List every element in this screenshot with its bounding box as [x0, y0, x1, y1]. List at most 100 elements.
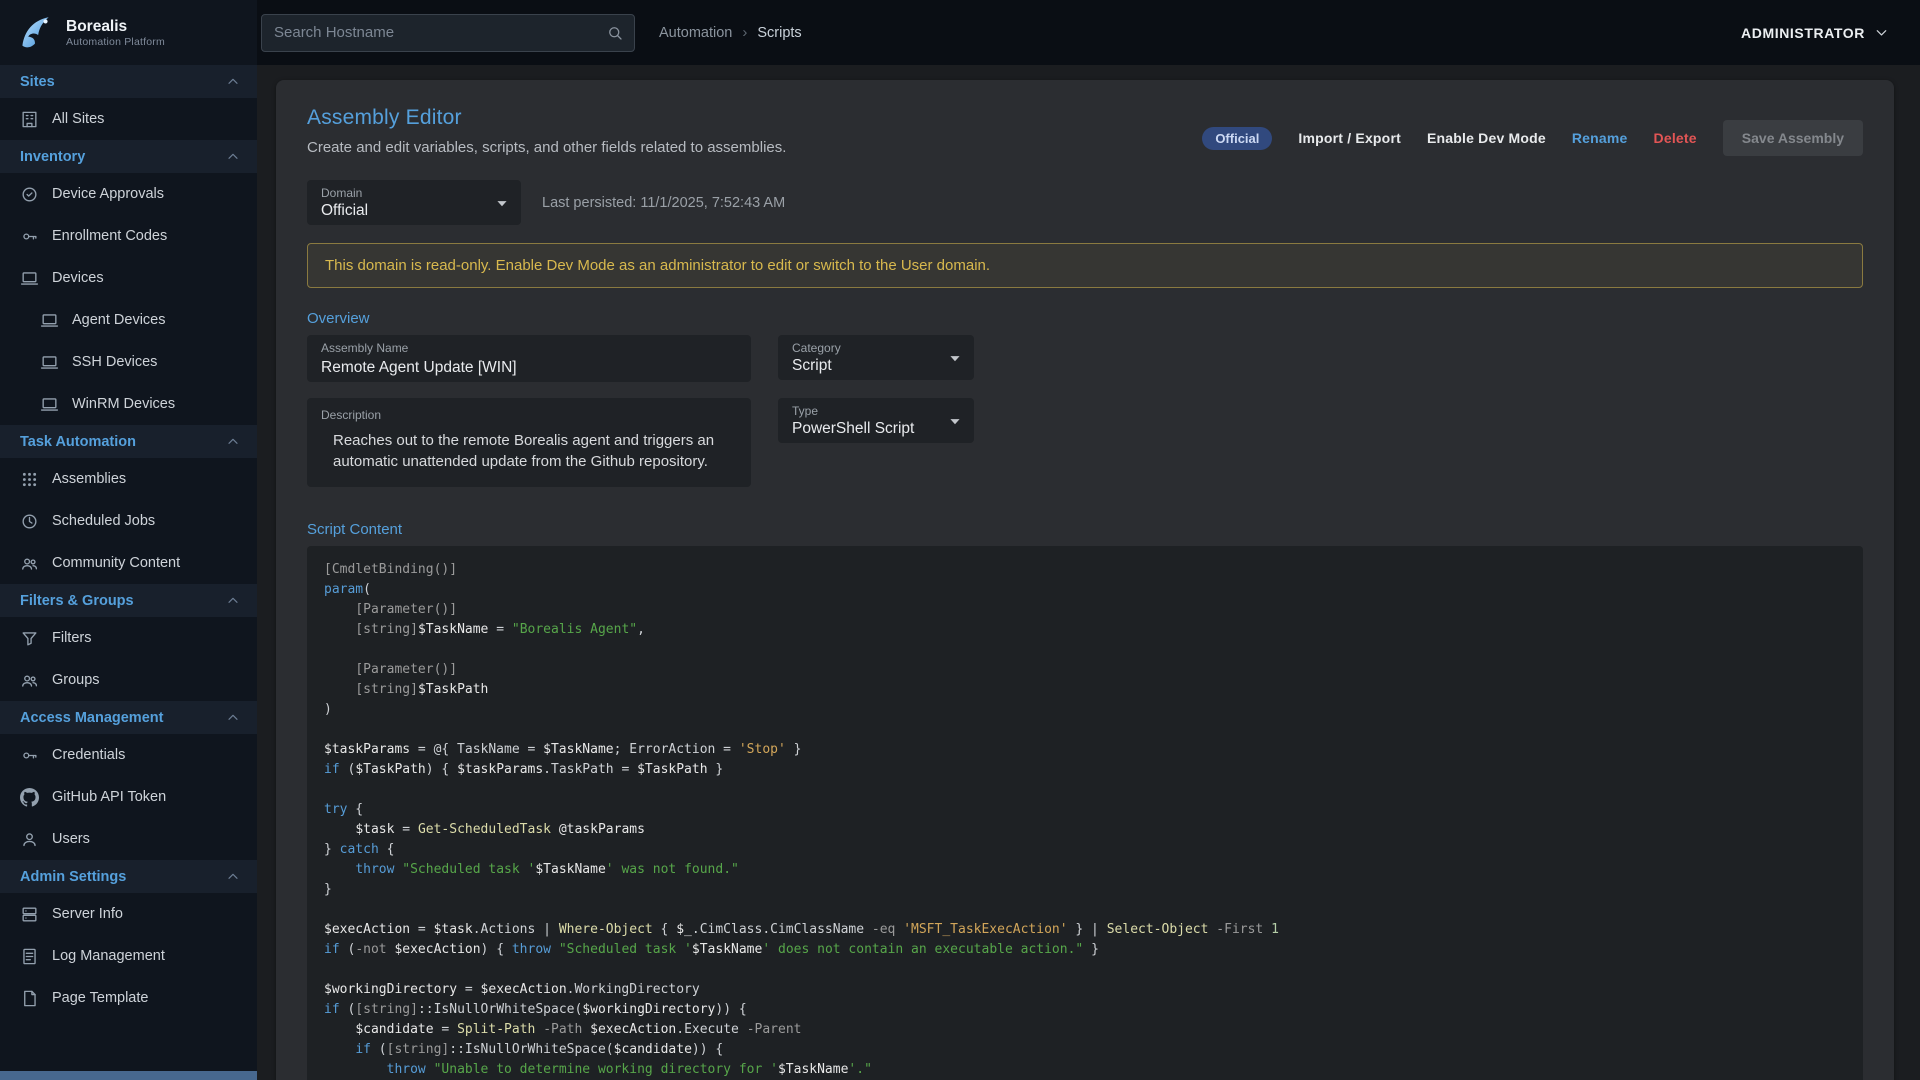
- brand-logo-icon: [14, 12, 56, 54]
- sidebar-item-label: Users: [52, 831, 90, 847]
- breadcrumb-current: Scripts: [757, 25, 801, 41]
- grid-icon: [20, 470, 39, 489]
- chevron-up-icon: [225, 593, 241, 609]
- sidebar-item-filters[interactable]: Filters: [0, 617, 257, 659]
- chevron-down-icon: [944, 410, 966, 432]
- sidebar-item-label: Devices: [52, 270, 104, 286]
- sidebar-section-sites-label: Sites: [20, 74, 55, 90]
- assembly-name-field[interactable]: Assembly Name: [307, 335, 751, 382]
- sidebar-item-credentials[interactable]: Credentials: [0, 734, 257, 776]
- sidebar-item-ssh-devices[interactable]: SSH Devices: [0, 341, 257, 383]
- chevron-up-icon: [225, 710, 241, 726]
- page-subtitle: Create and edit variables, scripts, and …: [307, 139, 786, 156]
- category-select-value: Script: [792, 357, 940, 375]
- search-input[interactable]: [274, 24, 606, 41]
- sidebar-item-scheduled-jobs[interactable]: Scheduled Jobs: [0, 500, 257, 542]
- sidebar-section-filters-groups[interactable]: Filters & Groups: [0, 584, 257, 617]
- sidebar-item-label: Assemblies: [52, 471, 126, 487]
- person-icon: [20, 830, 39, 849]
- sidebar-item-enrollment-codes[interactable]: Enrollment Codes: [0, 215, 257, 257]
- sidebar-section-access-management[interactable]: Access Management: [0, 701, 257, 734]
- sidebar-section-inventory[interactable]: Inventory: [0, 140, 257, 173]
- building-icon: [20, 110, 39, 129]
- app-root: Borealis Automation Platform Sites All S…: [0, 0, 1920, 1080]
- header-actions: Official Import / Export Enable Dev Mode…: [1202, 120, 1863, 156]
- sidebar-item-device-approvals[interactable]: Device Approvals: [0, 173, 257, 215]
- sidebar-item-agent-devices[interactable]: Agent Devices: [0, 299, 257, 341]
- sidebar-section-access-management-label: Access Management: [20, 710, 163, 726]
- chevron-up-icon: [225, 434, 241, 450]
- breadcrumb-separator: ›: [742, 24, 747, 41]
- sidebar-section-admin-settings-label: Admin Settings: [20, 869, 126, 885]
- field-row-1: Assembly Name Category Script: [307, 335, 1863, 382]
- sidebar-item-label: Server Info: [52, 906, 123, 922]
- computer-icon: [40, 353, 59, 372]
- sidebar-item-community-content[interactable]: Community Content: [0, 542, 257, 584]
- sidebar-item-label: Enrollment Codes: [52, 228, 167, 244]
- user-menu-label: ADMINISTRATOR: [1741, 25, 1865, 41]
- domain-select-value: Official: [321, 202, 487, 220]
- sidebar-item-label: WinRM Devices: [72, 396, 175, 412]
- assembly-name-input[interactable]: [321, 359, 737, 377]
- type-select-label: Type: [792, 404, 940, 418]
- brand-logo[interactable]: Borealis Automation Platform: [0, 0, 257, 65]
- sidebar-item-label: Log Management: [52, 948, 165, 964]
- brand-subtitle: Automation Platform: [66, 36, 165, 48]
- people-icon: [20, 554, 39, 573]
- sidebar-section-task-automation[interactable]: Task Automation: [0, 425, 257, 458]
- panel-header: Assembly Editor Create and edit variable…: [307, 106, 1863, 156]
- github-icon: [20, 788, 39, 807]
- sidebar-item-winrm-devices[interactable]: WinRM Devices: [0, 383, 257, 425]
- sidebar-section-filters-groups-label: Filters & Groups: [20, 593, 134, 609]
- sidebar-item-label: Page Template: [52, 990, 148, 1006]
- enable-dev-mode-button[interactable]: Enable Dev Mode: [1427, 130, 1546, 146]
- chevron-down-icon: [491, 192, 513, 214]
- description-field[interactable]: Description Reaches out to the remote Bo…: [307, 398, 751, 487]
- sidebar-item-users[interactable]: Users: [0, 818, 257, 860]
- sidebar-item-all-sites[interactable]: All Sites: [0, 98, 257, 140]
- field-row-2: Description Reaches out to the remote Bo…: [307, 398, 1863, 487]
- sidebar-section-admin-settings[interactable]: Admin Settings: [0, 860, 257, 893]
- title-block: Assembly Editor Create and edit variable…: [307, 106, 786, 156]
- assembly-editor-panel: Assembly Editor Create and edit variable…: [276, 80, 1894, 1080]
- rename-button[interactable]: Rename: [1572, 130, 1628, 146]
- sidebar-section-sites[interactable]: Sites: [0, 65, 257, 98]
- domain-badge: Official: [1202, 127, 1272, 150]
- sidebar-item-groups[interactable]: Groups: [0, 659, 257, 701]
- sidebar-item-server-info[interactable]: Server Info: [0, 893, 257, 935]
- sidebar-item-page-template[interactable]: Page Template: [0, 977, 257, 1019]
- globe-check-icon: [20, 185, 39, 204]
- sidebar-item-label: Device Approvals: [52, 186, 164, 202]
- computer-icon: [40, 395, 59, 414]
- description-text: Reaches out to the remote Borealis agent…: [321, 430, 737, 472]
- page-title: Assembly Editor: [307, 106, 786, 130]
- sidebar-item-devices[interactable]: Devices: [0, 257, 257, 299]
- sidebar-item-assemblies[interactable]: Assemblies: [0, 458, 257, 500]
- chevron-down-icon: [1873, 24, 1890, 41]
- type-select-value: PowerShell Script: [792, 420, 940, 438]
- domain-select[interactable]: Domain Official: [307, 180, 521, 225]
- category-select[interactable]: Category Script: [778, 335, 974, 380]
- sidebar-item-label: SSH Devices: [72, 354, 157, 370]
- domain-select-label: Domain: [321, 186, 487, 200]
- search-box[interactable]: [261, 14, 635, 52]
- sidebar-section-inventory-label: Inventory: [20, 149, 85, 165]
- script-content-label: Script Content: [307, 521, 1863, 538]
- sidebar-item-label: All Sites: [52, 111, 104, 127]
- sidebar-nav: Sites All Sites Inventory Device Approva…: [0, 65, 257, 1080]
- chevron-down-icon: [944, 347, 966, 369]
- delete-button[interactable]: Delete: [1654, 130, 1697, 146]
- save-assembly-button[interactable]: Save Assembly: [1723, 120, 1863, 156]
- clock-icon: [20, 512, 39, 531]
- code-editor[interactable]: [CmdletBinding()]param( [Parameter()] [s…: [307, 546, 1863, 1080]
- chevron-up-icon: [225, 869, 241, 885]
- assembly-name-label: Assembly Name: [321, 341, 737, 355]
- filter-icon: [20, 629, 39, 648]
- import-export-button[interactable]: Import / Export: [1298, 130, 1401, 146]
- type-select[interactable]: Type PowerShell Script: [778, 398, 974, 443]
- user-menu[interactable]: ADMINISTRATOR: [1741, 24, 1890, 41]
- sidebar-item-log-management[interactable]: Log Management: [0, 935, 257, 977]
- breadcrumb-parent[interactable]: Automation: [659, 25, 732, 41]
- sidebar-section-task-automation-label: Task Automation: [20, 434, 136, 450]
- sidebar-item-github-api-token[interactable]: GitHub API Token: [0, 776, 257, 818]
